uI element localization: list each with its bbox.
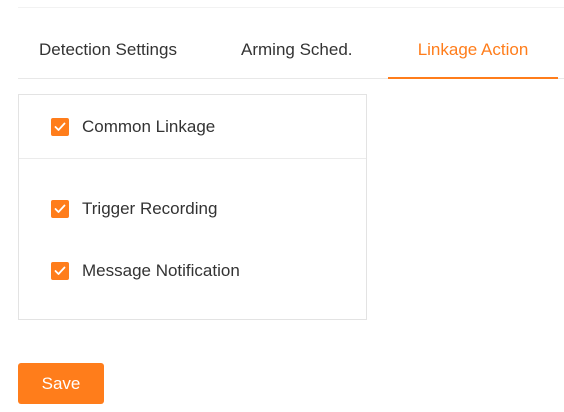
check-icon — [54, 266, 66, 275]
common-linkage-checkbox[interactable] — [51, 118, 69, 136]
trigger-recording-option[interactable]: Trigger Recording — [51, 199, 217, 219]
trigger-recording-checkbox[interactable] — [51, 200, 69, 218]
linkage-action-page: Detection Settings Arming Sched. Linkage… — [0, 0, 564, 412]
linkage-panel: Common Linkage Trigger Recording Message… — [18, 94, 367, 320]
tab-bar: Detection Settings Arming Sched. Linkage… — [18, 24, 564, 79]
tab-arming-schedule[interactable]: Arming Sched. — [241, 24, 353, 76]
check-icon — [54, 122, 66, 131]
message-notification-label: Message Notification — [82, 261, 240, 280]
tab-detection-settings[interactable]: Detection Settings — [39, 24, 177, 76]
tab-linkage-action[interactable]: Linkage Action — [388, 24, 558, 79]
top-divider — [18, 7, 564, 8]
trigger-recording-label: Trigger Recording — [82, 199, 218, 218]
common-linkage-label: Common Linkage — [82, 117, 216, 136]
save-button[interactable]: Save — [18, 363, 104, 404]
message-notification-checkbox[interactable] — [51, 262, 69, 280]
message-notification-option[interactable]: Message Notification — [51, 261, 240, 281]
check-icon — [54, 204, 66, 213]
common-linkage-option[interactable]: Common Linkage — [51, 117, 215, 137]
